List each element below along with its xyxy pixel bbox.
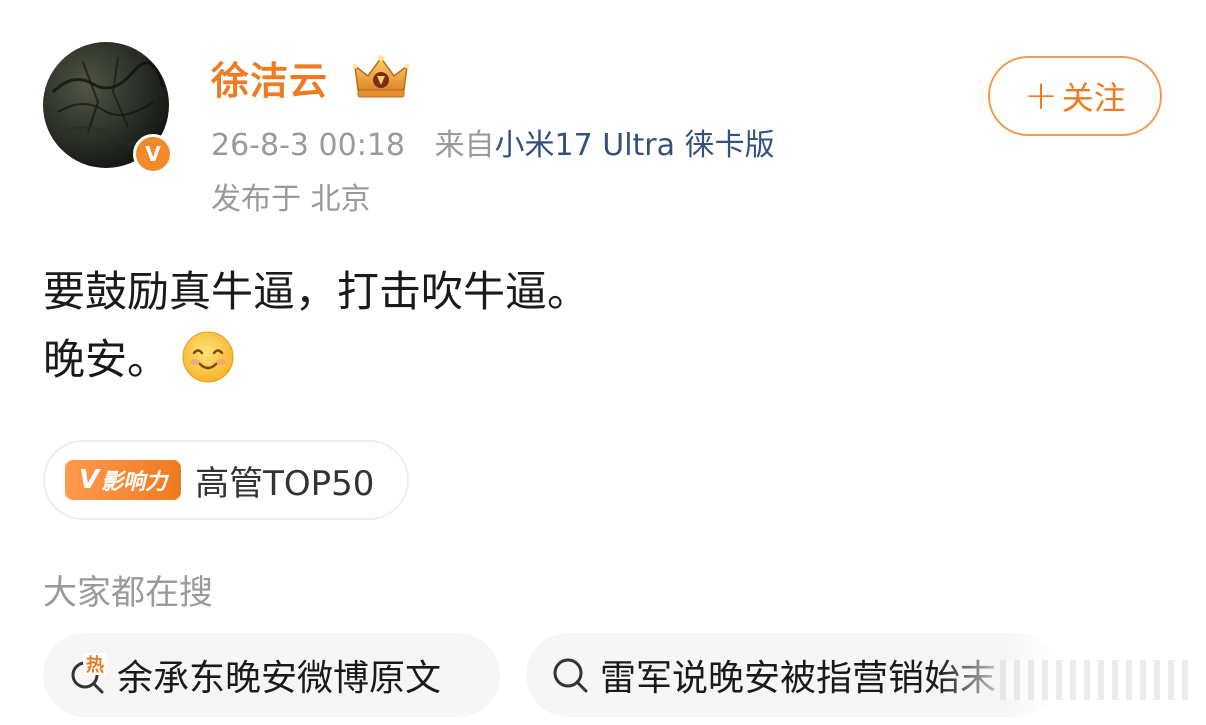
smile-emoji-icon <box>182 331 234 382</box>
search-suggestion-2[interactable]: 雷军说晚安被指营销始末 <box>526 633 1058 717</box>
crown-icon[interactable] <box>352 54 410 100</box>
post-text-line-2: 晚安。 <box>43 326 235 387</box>
search-suggestion-1[interactable]: 热 余承东晚安微博原文 <box>43 633 500 717</box>
search-icon <box>553 658 588 693</box>
hot-search-icon: 热 <box>71 653 107 694</box>
source-prefix: 来自 <box>434 128 495 163</box>
post-location: 发布于 北京 <box>211 182 371 217</box>
follow-label: 关注 <box>1061 79 1126 117</box>
verified-badge-icon: V <box>133 134 173 174</box>
follow-button[interactable]: + 关注 <box>988 56 1162 136</box>
hot-mark: 热 <box>86 654 104 676</box>
influence-badge: V 影响力 <box>65 460 182 500</box>
weibo-post-page: V 徐洁云 26-8-3 00:18 来自小米17 Ultra 徕卡版 发布于 … <box>0 0 1206 725</box>
post-timestamp: 26-8-3 00:18 <box>211 128 405 163</box>
avatar[interactable]: V <box>43 42 173 174</box>
influence-v-icon: V <box>79 465 100 495</box>
device-link[interactable]: 小米17 Ultra 徕卡版 <box>495 128 775 163</box>
search-suggestion-text: 雷军说晚安被指营销始末 <box>600 658 997 699</box>
post-text-goodnight: 晚安。 <box>43 335 170 384</box>
influence-label: 高管TOP50 <box>195 463 375 504</box>
search-suggestion-text: 余承东晚安微博原文 <box>117 658 442 699</box>
post-meta: 26-8-3 00:18 来自小米17 Ultra 徕卡版 <box>211 120 775 164</box>
author-name[interactable]: 徐洁云 <box>211 50 328 105</box>
influence-badge-text: 影响力 <box>101 470 168 495</box>
search-heading: 大家都在搜 <box>43 573 213 613</box>
plus-icon: + <box>1024 73 1058 119</box>
horizontal-scroll-indicator <box>1000 660 1190 700</box>
post-text-line-1: 要鼓励真牛逼，打击吹牛逼。 <box>43 267 590 316</box>
influence-chip[interactable]: V 影响力 高管TOP50 <box>43 440 409 520</box>
